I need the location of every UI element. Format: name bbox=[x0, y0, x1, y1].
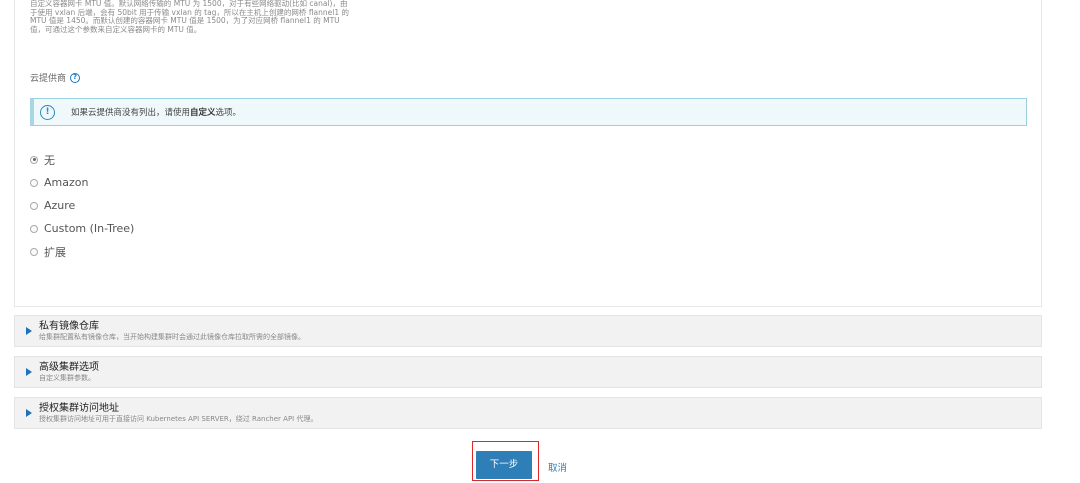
question-circle-icon[interactable]: ? bbox=[70, 72, 81, 83]
radio-button-checked[interactable] bbox=[30, 155, 38, 164]
cloud-provider-label: 云提供商 ? bbox=[30, 71, 81, 84]
accordion-title[interactable]: 高级集群选项 bbox=[39, 362, 99, 374]
accordion-authorized-endpoint[interactable]: 授权集群访问地址 授权集群访问地址可用于直接访问 Kubernetes API … bbox=[14, 397, 1042, 429]
expand-arrow-icon[interactable] bbox=[26, 368, 32, 376]
cancel-link[interactable]: 取消 bbox=[548, 460, 567, 474]
info-banner-bold: 自定义 bbox=[190, 108, 216, 118]
next-button-highlight: 下一步 bbox=[472, 441, 539, 481]
info-circle-icon: ! bbox=[40, 104, 55, 120]
accordion-title[interactable]: 私有镜像仓库 bbox=[39, 321, 305, 333]
radio-option-extension[interactable]: 扩展 bbox=[30, 240, 134, 263]
accordion-advanced-options[interactable]: 高级集群选项 自定义集群参数。 bbox=[14, 356, 1042, 388]
radio-label[interactable]: Custom (In-Tree) bbox=[44, 222, 134, 235]
expand-arrow-icon[interactable] bbox=[26, 327, 32, 335]
next-button[interactable]: 下一步 bbox=[476, 451, 532, 479]
expand-arrow-icon[interactable] bbox=[26, 409, 32, 417]
radio-label[interactable]: Azure bbox=[44, 199, 75, 212]
cluster-options-card bbox=[14, 0, 1042, 307]
accordion-subtitle: 授权集群访问地址可用于直接访问 Kubernetes API SERVER，绕过… bbox=[39, 414, 318, 423]
cloud-provider-radio-group: 无 Amazon Azure Custom (In-Tree) 扩展 bbox=[30, 148, 134, 263]
cloud-provider-info-banner: ! 如果云提供商没有列出，请使用自定义选项。 bbox=[30, 98, 1027, 126]
radio-button[interactable] bbox=[30, 178, 38, 187]
radio-button[interactable] bbox=[30, 201, 38, 210]
radio-button[interactable] bbox=[30, 224, 38, 233]
accordion-subtitle: 自定义集群参数。 bbox=[39, 373, 95, 382]
radio-option-azure[interactable]: Azure bbox=[30, 194, 134, 217]
radio-option-none[interactable]: 无 bbox=[30, 148, 134, 171]
radio-label[interactable]: 无 bbox=[44, 152, 55, 168]
radio-option-amazon[interactable]: Amazon bbox=[30, 171, 134, 194]
mtu-help-text: 自定义容器网卡 MTU 值。默认网络传输的 MTU 为 1500，对于有些网络驱… bbox=[30, 0, 349, 34]
accordion-subtitle: 给集群配置私有镜像仓库，当开始构建集群时会通过此镜像仓库拉取所需的全部镜像。 bbox=[39, 332, 305, 341]
info-banner-text: 如果云提供商没有列出，请使用自定义选项。 bbox=[71, 108, 242, 118]
radio-label[interactable]: Amazon bbox=[44, 176, 88, 189]
radio-label[interactable]: 扩展 bbox=[44, 244, 66, 260]
cloud-provider-label-text: 云提供商 bbox=[30, 74, 67, 84]
radio-button[interactable] bbox=[30, 247, 38, 256]
accordion-private-registry[interactable]: 私有镜像仓库 给集群配置私有镜像仓库，当开始构建集群时会通过此镜像仓库拉取所需的… bbox=[14, 315, 1042, 347]
accordion-title[interactable]: 授权集群访问地址 bbox=[39, 403, 317, 415]
radio-option-custom[interactable]: Custom (In-Tree) bbox=[30, 217, 134, 240]
